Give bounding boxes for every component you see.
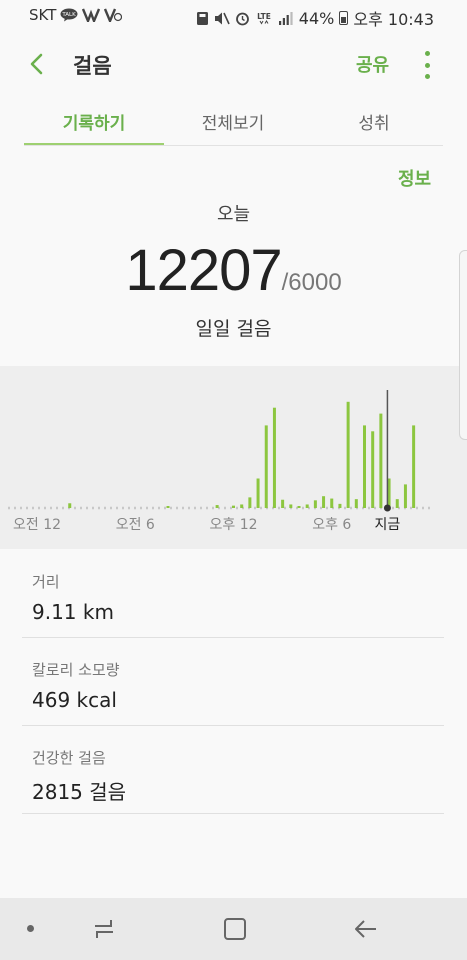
steps-goal: /6000	[281, 269, 342, 296]
chart-tick-label: 오전 6	[116, 517, 155, 533]
chart-bar	[338, 503, 342, 508]
tab-all[interactable]: 전체보기	[163, 109, 303, 134]
chart-bar	[322, 496, 326, 508]
stat-calories: 칼로리 소모량 469 kcal	[32, 659, 120, 712]
recent-apps-icon[interactable]	[91, 916, 117, 942]
chart-bar	[297, 506, 301, 508]
kakaotalk-icon: TALK	[60, 8, 78, 22]
scroll-handle[interactable]	[459, 250, 467, 440]
vpn-icon	[104, 8, 123, 22]
chart-bar	[313, 500, 317, 508]
signal-icon	[278, 11, 293, 25]
chart-bar	[281, 499, 285, 508]
chart-bar	[305, 504, 309, 508]
divider	[22, 725, 444, 726]
chart-bar	[248, 497, 252, 508]
chart-bar	[346, 401, 350, 508]
chart-bar	[379, 413, 383, 508]
tabs-divider	[24, 145, 443, 146]
talk-badge-text: TALK	[62, 12, 77, 18]
battery-icon	[339, 11, 349, 25]
steps-label: 일일 걸음	[195, 318, 272, 340]
divider	[22, 637, 444, 638]
nav-dot-icon[interactable]	[27, 925, 34, 932]
today-label: 오늘	[216, 204, 251, 225]
now-marker-dot	[383, 504, 391, 512]
chart-tick-label: 오후 12	[209, 517, 257, 533]
tab-record[interactable]: 기록하기	[24, 109, 164, 134]
chart-bar	[215, 505, 219, 508]
chart-bar	[363, 425, 366, 508]
chart-bar	[272, 407, 276, 508]
stat-value: 2815 걸음	[32, 780, 127, 804]
app-bar: 걸음 공유	[0, 32, 467, 96]
stat-distance: 거리 9.11 km	[32, 571, 114, 624]
status-left: SKT TALK	[29, 6, 123, 24]
more-options-icon[interactable]	[417, 48, 437, 82]
hourly-steps-chart: 오전 12 오전 6 오후 12 오후 6 지금	[0, 366, 467, 549]
carrier-label: SKT	[29, 6, 57, 24]
chart-tick-label: 지금	[375, 517, 401, 533]
status-bar: SKT TALK LTE 44% 오후 10:43	[0, 0, 467, 32]
chart-canvas: 오전 12 오전 6 오후 12 오후 6 지금	[8, 390, 432, 533]
steps-summary: 12207/6000	[0, 237, 467, 304]
back-nav-icon[interactable]	[352, 915, 380, 943]
stat-label: 거리	[32, 573, 60, 591]
chart-bar	[330, 498, 334, 508]
lte-icon: LTE	[257, 12, 271, 24]
chart-bar	[264, 425, 268, 508]
chart-tick-label: 오전 12	[13, 517, 61, 533]
status-right: LTE 44% 오후 10:43	[196, 6, 434, 30]
chart-bar	[240, 504, 244, 508]
chart-bar	[354, 499, 358, 508]
lte-label: LTE	[257, 12, 271, 21]
page-title: 걸음	[73, 54, 112, 78]
chart-bar	[403, 484, 407, 508]
steps-count: 12207	[125, 238, 282, 303]
chart-bar	[256, 478, 260, 508]
chart-bar	[166, 506, 170, 508]
divider	[22, 813, 444, 814]
battery-percent: 44%	[298, 8, 335, 28]
v3-icon	[82, 8, 101, 22]
tab-bar: 기록하기 전체보기 성취	[0, 100, 467, 146]
save-icon	[196, 11, 208, 25]
home-icon[interactable]	[224, 918, 246, 940]
chart-bar	[232, 505, 235, 508]
mute-icon	[214, 12, 230, 24]
info-link[interactable]: 정보	[398, 165, 431, 191]
chart-bar	[395, 499, 399, 508]
stat-label: 칼로리 소모량	[32, 661, 120, 679]
clock: 오후 10:43	[353, 10, 434, 29]
stat-value: 469 kcal	[32, 688, 117, 712]
share-button[interactable]: 공유	[356, 51, 389, 77]
chart-bar	[289, 504, 293, 508]
chart-bar	[412, 425, 416, 508]
back-arrow-icon[interactable]	[22, 49, 52, 79]
system-nav-bar	[0, 898, 467, 960]
chart-bar	[68, 503, 72, 508]
stat-value: 9.11 km	[32, 600, 114, 624]
chart-bar	[371, 431, 375, 508]
chart-tick-label: 오후 6	[312, 517, 351, 533]
stat-label: 건강한 걸음	[32, 749, 106, 767]
alarm-icon	[235, 12, 249, 25]
tab-achievements[interactable]: 성취	[304, 109, 444, 134]
stat-healthy-steps: 건강한 걸음 2815 걸음	[32, 747, 126, 805]
